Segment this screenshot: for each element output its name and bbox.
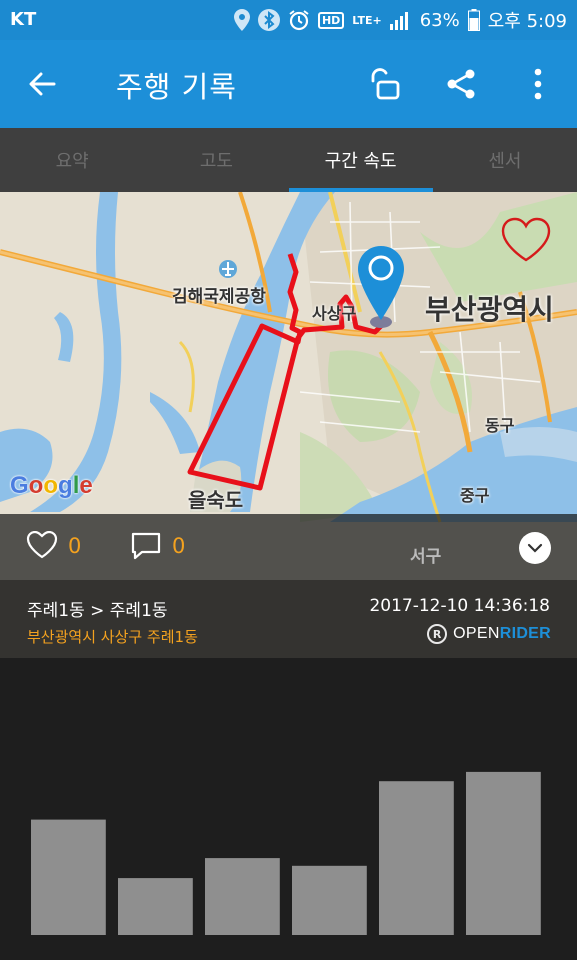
chart-bar-2 [118,878,193,935]
battery-percent: 63% [419,9,460,31]
chart-bar-3 [205,858,280,935]
like-count: 0 [68,534,82,558]
more-button[interactable] [515,62,561,106]
brand-rider: RIDER [499,625,551,642]
clock-label: 오후 5:09 [487,11,567,32]
unlock-button[interactable] [362,62,408,106]
map-label-airport: 김해국제공항 [172,287,266,307]
map-pin-icon[interactable] [355,244,407,328]
chart-bar-1 [31,819,106,935]
signal-icon [389,10,412,30]
location-icon [233,9,250,31]
chart-bar-5 [379,781,454,935]
route-text: 주례1동 > 주례1동 [27,601,168,621]
map-label-eulsukdo: 을숙도 [188,488,244,512]
page-title: 주행 기록 [116,70,237,104]
back-arrow-icon [29,72,56,96]
chart-bar-6 [466,771,541,935]
bluetooth-icon [257,9,280,31]
address-text: 부산광역시 사상구 주례1동 [27,628,198,646]
brand-text: OPENRIDER [453,625,551,643]
app-bar: 주행 기록 [0,40,577,128]
heart-outline-icon [501,217,551,262]
status-icons: HD LTE+ 63% 오후 5:09 [233,6,567,34]
social-bar: 서구 0 0 [0,514,577,580]
openrider-icon: R [427,624,448,644]
ride-datetime: 2017-12-10 14:36:18 [369,596,550,616]
tab-segment-speed[interactable]: 구간 속도 [288,128,434,192]
map-label-seogu: 서구 [410,547,442,567]
chevron-down-icon [527,543,543,553]
tab-altitude[interactable]: 고도 [144,128,288,192]
tab-sensor[interactable]: 센서 [433,128,577,192]
battery-icon [467,9,480,31]
route-map[interactable]: 김해국제공항 부산광역시 사상구 동구 중구 을숙도 Google 서구 0 0… [0,192,577,658]
favorite-heart-button[interactable] [500,216,552,268]
more-vertical-icon [534,68,542,100]
share-icon [447,69,475,99]
alarm-icon [288,9,310,31]
map-label-donggu: 동구 [485,416,515,435]
status-bar: KT HD LTE+ 63% 오후 5:09 [0,0,577,40]
chart-svg [31,771,541,935]
lte-icon: LTE+ [352,13,382,27]
google-logo: Google [10,472,93,499]
map-label-sasang: 사상구 [312,304,357,323]
chart-bar-4 [292,865,367,935]
segment-speed-chart [0,658,577,960]
unlock-icon [371,68,400,100]
comment-button[interactable] [130,531,162,565]
ride-info-panel: 주례1동 > 주례1동 부산광역시 사상구 주례1동 2017-12-10 14… [0,580,577,658]
comment-icon [131,532,161,560]
tab-bar: 요약 고도 구간 속도 센서 [0,128,577,192]
back-button[interactable] [18,62,66,106]
comment-count: 0 [172,534,186,558]
map-label-junggu: 중구 [460,486,490,505]
brand-open: OPEN [453,625,500,642]
openrider-logo: R OPENRIDER [427,624,551,644]
tab-summary[interactable]: 요약 [0,128,144,192]
share-button[interactable] [438,62,484,106]
map-label-city: 부산광역시 [425,293,554,326]
like-button[interactable] [26,530,58,563]
carrier-label: KT [10,9,37,30]
heart-icon [26,530,58,559]
hd-icon: HD [317,11,345,29]
expand-button[interactable] [519,532,551,564]
